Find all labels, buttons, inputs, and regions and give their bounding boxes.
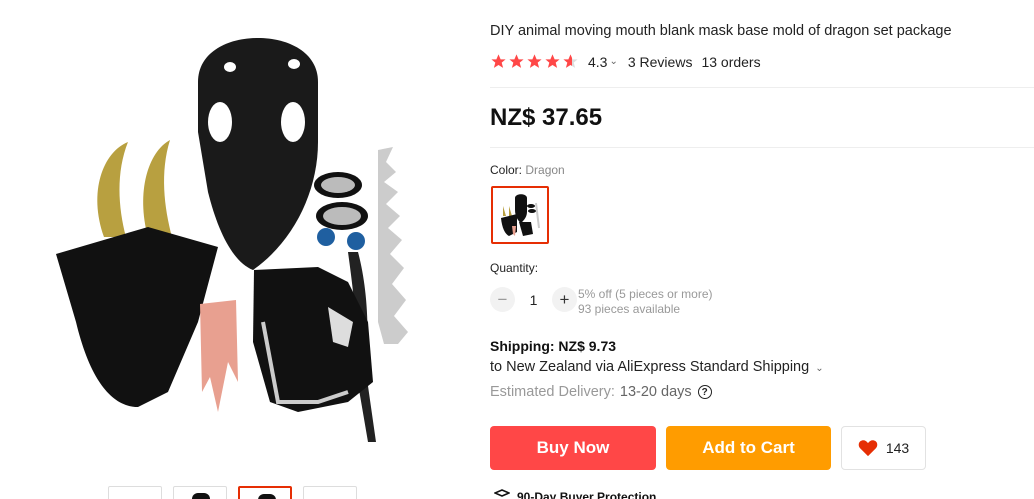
add-to-cart-button[interactable]: Add to Cart: [666, 426, 831, 470]
estimated-delivery: Estimated Delivery: 13-20 days ?: [490, 384, 712, 400]
chevron-down-icon[interactable]: ⌄: [815, 363, 823, 374]
chevron-down-icon[interactable]: ⌄: [609, 56, 617, 67]
buyer-protection-label: 90-Day Buyer Protection: [517, 490, 657, 499]
delivery-days: 13-20 days: [619, 384, 692, 400]
divider: [490, 87, 1034, 88]
divider: [490, 147, 1034, 148]
color-option-dragon[interactable]: [491, 186, 549, 244]
star-icon: [491, 54, 506, 68]
thumbnail-3-selected[interactable]: [238, 486, 292, 499]
thumbnail-strip: [108, 486, 357, 499]
rating-value[interactable]: 4.3: [588, 54, 607, 70]
discount-note: 5% off (5 pieces or more): [578, 287, 713, 301]
thumbnail-mask-icon: [258, 494, 276, 499]
product-title: DIY animal moving mouth blank mask base …: [490, 23, 952, 39]
quantity-decrease-button[interactable]: −: [490, 287, 515, 312]
quantity-increase-button[interactable]: +: [552, 287, 577, 312]
star-icon: [509, 54, 524, 68]
shield-icon: [494, 489, 510, 497]
shipping-method-text: to New Zealand via AliExpress Standard S…: [490, 359, 810, 375]
quantity-label: Quantity:: [490, 261, 539, 275]
thumbnail-4[interactable]: [303, 486, 357, 499]
color-label-text: Color:: [490, 163, 523, 177]
product-price: NZ$ 37.65: [490, 104, 603, 131]
main-product-image[interactable]: [48, 22, 420, 460]
quantity-stepper: − 1 +: [490, 287, 577, 312]
quantity-notes: 5% off (5 pieces or more) 93 pieces avai…: [578, 287, 713, 317]
thumbnail-1[interactable]: [108, 486, 162, 499]
thumbnail-mask-icon: [192, 493, 210, 499]
delivery-label: Estimated Delivery:: [490, 384, 615, 400]
shipping-method-selector[interactable]: to New Zealand via AliExpress Standard S…: [490, 359, 834, 375]
shipping-cost: Shipping: NZ$ 9.73: [490, 338, 617, 354]
dragon-mask-kit-image: [56, 38, 408, 442]
dragon-swatch-icon: [501, 194, 540, 236]
wishlist-button[interactable]: 143: [841, 426, 926, 470]
color-label: Color: Dragon: [490, 163, 565, 177]
buyer-protection: 90-Day Buyer Protection: [494, 489, 656, 499]
available-note: 93 pieces available: [578, 302, 681, 316]
rating-row: 4.3 ⌄ 3 Reviews 13 orders: [490, 53, 761, 70]
help-icon[interactable]: ?: [697, 385, 712, 399]
orders-count: 13 orders: [701, 53, 761, 70]
star-rating: [490, 53, 579, 70]
thumbnail-2[interactable]: [173, 486, 227, 499]
color-value: Dragon: [525, 163, 565, 177]
buy-now-button[interactable]: Buy Now: [490, 426, 656, 470]
star-icon: [527, 54, 542, 68]
heart-icon: [858, 440, 878, 457]
half-star-icon: [563, 54, 578, 68]
star-icon: [545, 54, 560, 68]
reviews-link[interactable]: 3 Reviews: [628, 54, 693, 70]
wishlist-count: 143: [885, 440, 910, 456]
quantity-input[interactable]: 1: [515, 292, 552, 308]
